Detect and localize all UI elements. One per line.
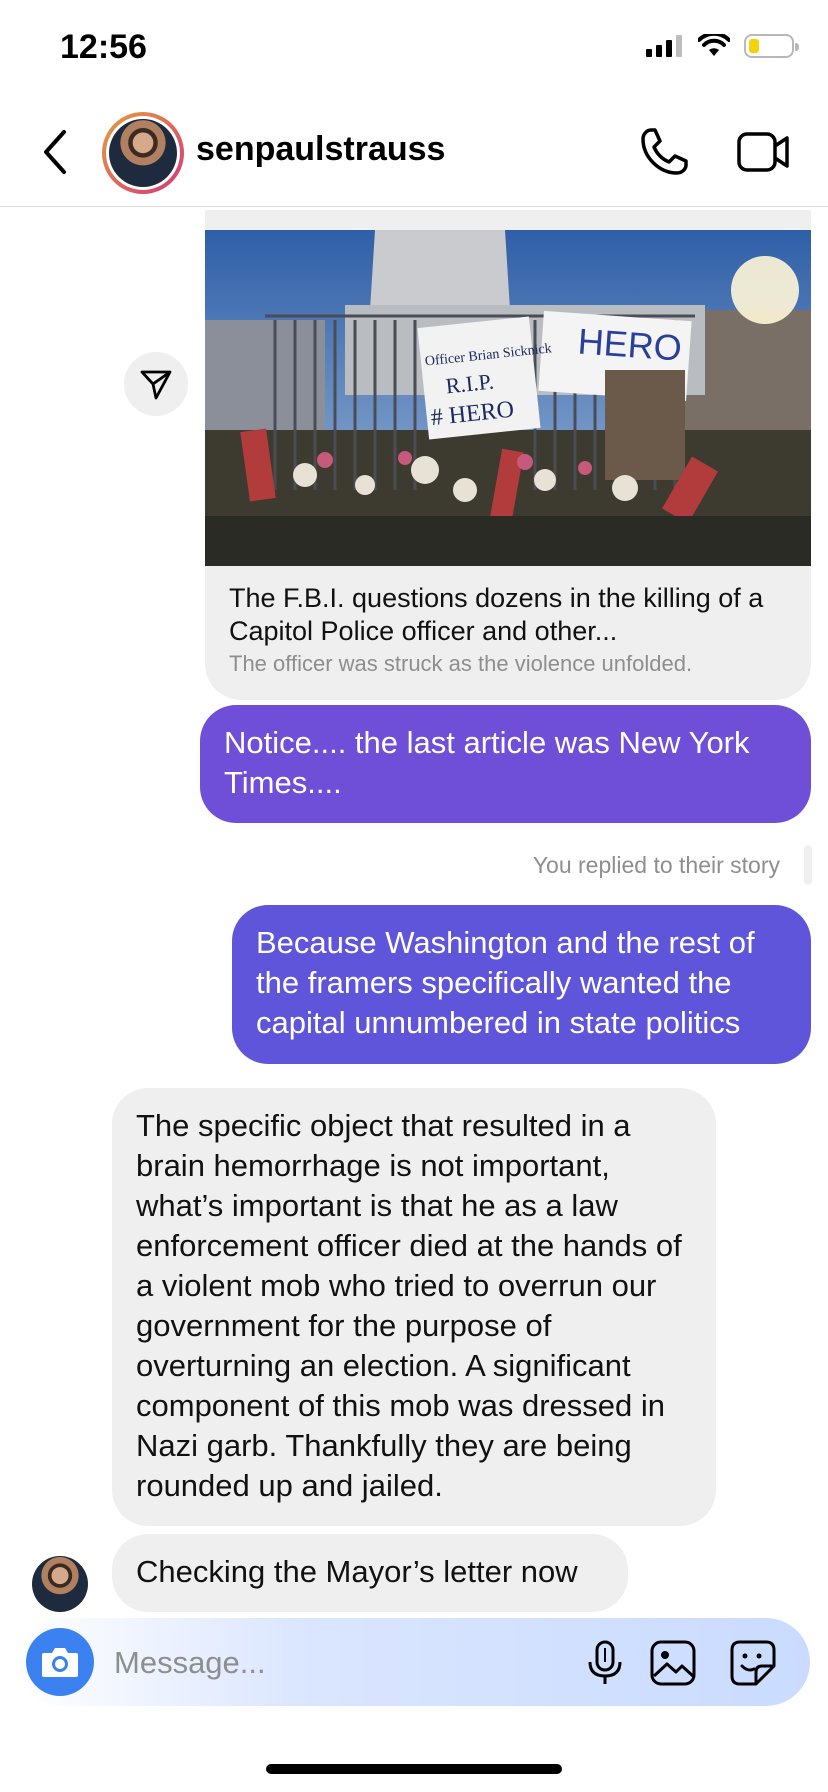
avatar[interactable] (102, 112, 184, 194)
article-title: The F.B.I. questions dozens in the killi… (229, 583, 764, 646)
battery-icon (744, 34, 799, 58)
status-bar: 12:56 (0, 0, 828, 100)
image-sign-text-4: HERO (577, 320, 684, 368)
article-subtitle: The officer was struck as the violence u… (229, 651, 693, 676)
message-input[interactable] (112, 1636, 496, 1690)
shared-article-card[interactable]: Officer Brian Sicknick R.I.P. # HERO HER… (205, 210, 811, 700)
message-bubble-outgoing[interactable]: Notice.... the last article was New York… (200, 705, 811, 823)
message-composer (18, 1618, 810, 1706)
chat-username[interactable]: senpaulstrauss (196, 130, 445, 169)
story-reply-label: You replied to their story (532, 852, 780, 878)
back-chevron-icon[interactable] (36, 124, 76, 180)
battery-level (749, 39, 759, 53)
message-bubble-incoming[interactable]: The specific object that resulted in a b… (112, 1088, 716, 1526)
microphone-icon[interactable] (580, 1638, 630, 1688)
camera-button[interactable] (26, 1628, 94, 1696)
wifi-icon (698, 34, 730, 56)
message-bubble-outgoing[interactable]: Because Washington and the rest of the f… (232, 905, 811, 1064)
camera-icon (42, 1648, 78, 1677)
image-sign-text-2: R.I.P. (444, 369, 495, 399)
sender-avatar[interactable] (32, 1556, 88, 1612)
send-icon (140, 370, 172, 400)
video-camera-icon[interactable] (736, 128, 790, 176)
chat-header: senpaulstrauss (0, 100, 828, 207)
avatar-image (109, 119, 177, 187)
message-bubble-incoming[interactable]: Checking the Mayor’s letter now (112, 1534, 628, 1612)
gallery-icon[interactable] (648, 1638, 698, 1688)
article-image: Officer Brian Sicknick R.I.P. # HERO HER… (205, 230, 811, 566)
home-indicator (266, 1764, 562, 1774)
sticker-icon[interactable] (728, 1638, 778, 1688)
story-reply-indicator (804, 845, 812, 885)
status-icons (646, 34, 799, 58)
status-time: 12:56 (60, 28, 147, 66)
share-button[interactable] (124, 352, 188, 416)
cellular-signal-icon (646, 35, 682, 57)
phone-icon[interactable] (638, 126, 690, 178)
